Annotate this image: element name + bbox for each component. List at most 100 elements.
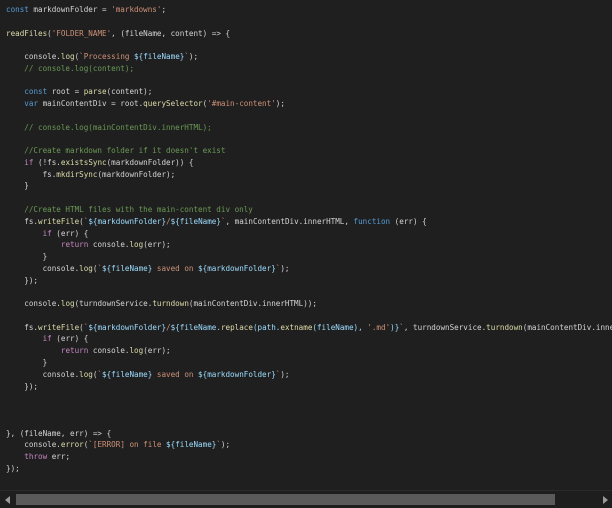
code-line: }); (0, 463, 612, 475)
code-token: return (60, 240, 89, 250)
code-token: extname (280, 322, 313, 332)
code-token: (markdownFolder); (97, 169, 176, 179)
code-line: // console.log(content); (0, 63, 612, 75)
code-token: if (42, 228, 52, 238)
code-line: } (0, 180, 612, 192)
code-token: } (6, 252, 48, 262)
code-token: saved on (152, 263, 199, 273)
code-token: function (353, 216, 391, 226)
code-editor[interactable]: const markdownFolder = 'markdowns'; readF… (0, 0, 612, 508)
code-token: (fileName), (312, 322, 368, 332)
code-token: ${fileName} (102, 263, 153, 273)
code-token: if (42, 334, 52, 344)
code-token: replace (220, 322, 253, 332)
code-token: fs. (6, 169, 57, 179)
code-token: (err) { (51, 334, 89, 344)
code-token: ); (188, 52, 199, 62)
code-token: log (79, 263, 93, 273)
code-token: writeFile (38, 216, 80, 226)
code-token: console. (88, 240, 130, 250)
code-token: console. (6, 369, 80, 379)
code-token: log (129, 240, 144, 250)
code-token: saved on (152, 369, 199, 379)
code-token: turndown (486, 322, 523, 332)
code-token: readFiles (6, 28, 48, 38)
code-token: const (6, 5, 29, 14)
code-token: log (129, 346, 144, 356)
code-line: readFiles('FOLDER_NAME', (fileName, cont… (0, 28, 612, 40)
code-token: console. (6, 52, 61, 62)
code-token: (!fs. (33, 157, 61, 167)
code-token: '#main-content' (207, 99, 276, 109)
code-line: // console.log(mainContentDiv.innerHTML)… (0, 122, 612, 134)
code-line: const root = parse(content); (0, 86, 612, 98)
code-token: existsSync (60, 157, 107, 167)
code-token: err; (47, 452, 71, 462)
scroll-right-button[interactable] (598, 491, 612, 508)
code-line: throw err; (0, 451, 612, 463)
code-token: )} (390, 322, 400, 332)
code-line: console.error(`[ERROR] on file ${fileNam… (0, 439, 612, 451)
horizontal-scrollbar[interactable] (0, 490, 612, 508)
code-token: } (6, 357, 48, 367)
code-token: '.md' (367, 322, 391, 332)
code-token: fs. (6, 216, 39, 226)
code-line: //Create markdown folder if it doesn't e… (0, 145, 612, 157)
code-token: (mainContentDiv.innerHTML), (522, 322, 612, 332)
code-line: fs.writeFile(`${markdownFolder}/${fileNa… (0, 322, 612, 334)
code-line: return console.log(err); (0, 239, 612, 251)
code-line: fs.writeFile(`${markdownFolder}/${fileNa… (0, 216, 612, 228)
code-token: , mainContentDiv.innerHTML, (225, 216, 354, 226)
code-token: log (60, 299, 75, 309)
code-token: console. (6, 440, 61, 450)
code-token: fs. (6, 322, 39, 332)
code-token: (content); (106, 87, 153, 97)
code-line: } (0, 357, 612, 369)
code-token: log (60, 52, 75, 62)
code-token: `[ERROR] on file (88, 440, 167, 450)
code-token: }); (6, 381, 39, 391)
code-token: , (fileName, content) => { (111, 28, 231, 38)
code-token: ${fileName} (170, 216, 221, 226)
code-token: ; (161, 5, 167, 14)
code-token: (err) { (51, 228, 89, 238)
code-line: }); (0, 381, 612, 393)
code-token: mainContentDiv = root. (38, 99, 144, 109)
code-token: // console.log(content); (6, 63, 135, 73)
code-token: console. (88, 346, 130, 356)
scrollbar-thumb[interactable] (16, 494, 555, 505)
code-line: if (err) { (0, 333, 612, 345)
code-token: turndown (152, 299, 189, 309)
code-line: fs.mkdirSync(markdownFolder); (0, 169, 612, 181)
code-token: (err); (143, 346, 171, 356)
code-line: console.log(`Processing ${fileName}`); (0, 51, 612, 63)
code-token: } (6, 181, 29, 191)
code-token: log (79, 369, 93, 379)
chevron-left-icon (4, 495, 10, 504)
code-token: root = (47, 87, 84, 97)
code-area[interactable]: const markdownFolder = 'markdowns'; readF… (0, 4, 612, 488)
code-token: return (60, 346, 89, 356)
scroll-left-button[interactable] (0, 491, 14, 508)
code-line: const markdownFolder = 'markdowns'; (0, 4, 612, 16)
code-token: throw (24, 452, 48, 462)
code-token: writeFile (38, 322, 80, 332)
code-token: ${markdownFolder} (198, 369, 276, 379)
code-line: }, (fileName, err) => { (0, 428, 612, 440)
code-token: ); (220, 440, 231, 450)
code-token: }); (6, 463, 20, 473)
